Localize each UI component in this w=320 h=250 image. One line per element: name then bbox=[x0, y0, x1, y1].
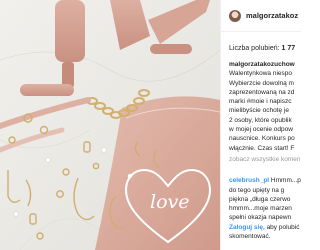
comment-line: 2 osoby, które opublik bbox=[229, 116, 292, 124]
post-photo[interactable]: love bbox=[0, 0, 220, 250]
comment-line: Walentynkowa niespo bbox=[229, 70, 292, 78]
likes-count[interactable]: Liczba polubień: 1 77 bbox=[229, 45, 295, 52]
login-line2: skomentować. bbox=[229, 233, 271, 240]
comment-line: piękna „długa czerwo bbox=[229, 195, 291, 203]
post-header: malgorzatakoz bbox=[221, 0, 301, 32]
comment-line: do tego upięty na g bbox=[229, 186, 285, 194]
comment-line: hmmm...moje marzen bbox=[229, 205, 292, 213]
comment-line: Hmmm...p bbox=[270, 177, 301, 185]
comment: malgorzatakozuchow Walentynkowa niespo W… bbox=[229, 60, 301, 153]
comment-line: mielibyście ochotę je bbox=[229, 107, 289, 115]
post-sidebar: malgorzatakoz Liczba polubień: 1 77 malg… bbox=[220, 0, 301, 250]
comment-line: marki #moie i napiszc bbox=[229, 98, 292, 106]
login-link[interactable]: Zaloguj się bbox=[229, 224, 263, 231]
love-text: love bbox=[150, 191, 190, 213]
comment-line: w mojej ocenie odpow bbox=[229, 126, 293, 134]
login-suffix: , aby polubić bbox=[262, 224, 300, 231]
comments-list: malgorzatakozuchow Walentynkowa niespo W… bbox=[229, 60, 301, 223]
see-all-comments-link[interactable]: zobacz wszystkie komen bbox=[229, 155, 301, 164]
photo-illustration: love bbox=[0, 0, 220, 250]
post-username[interactable]: malgorzatakoz bbox=[246, 11, 298, 20]
comment-line: Wybierzcie dowolną m bbox=[229, 79, 294, 87]
comment-line: spełni okazja napewn bbox=[229, 214, 292, 222]
comment-line: włącznie. Czas start! F bbox=[229, 144, 295, 152]
comment-username[interactable]: malgorzatakozuchow bbox=[229, 60, 301, 69]
comment-line: nauscnice. Konkurs po bbox=[229, 135, 295, 143]
comment-username[interactable]: celebrush_pl bbox=[229, 177, 269, 184]
comment-line: zaprezentowaną na zd bbox=[229, 88, 295, 96]
comment: celebrush_pl Hmmm...p do tego upięty na … bbox=[229, 176, 301, 222]
likes-number: 1 77 bbox=[281, 45, 296, 52]
login-prompt: Zaloguj się, aby polubić skomentować. bbox=[229, 223, 301, 241]
likes-label: Liczba polubień: bbox=[229, 45, 280, 52]
avatar[interactable] bbox=[229, 9, 241, 22]
